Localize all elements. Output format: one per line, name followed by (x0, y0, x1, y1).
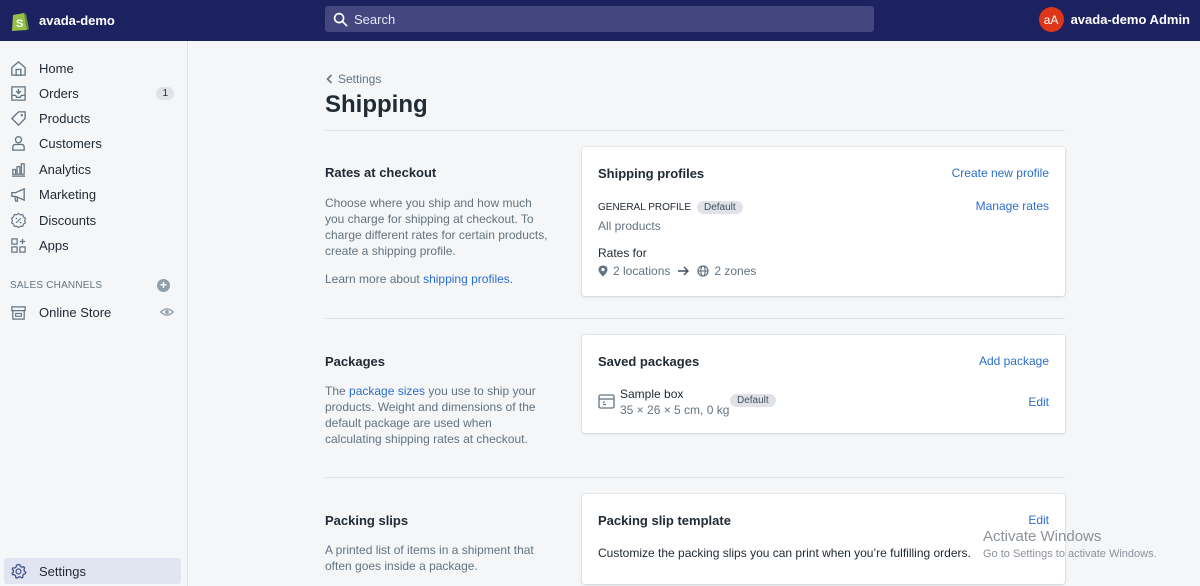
create-new-profile-link[interactable]: Create new profile (952, 166, 1049, 180)
zones-count: 2 zones (714, 264, 757, 278)
page-title: Shipping (325, 91, 428, 118)
default-badge: Default (697, 201, 743, 214)
sidebar-item-analytics[interactable]: Analytics (4, 156, 181, 182)
package-dimensions: 35 × 26 × 5 cm, 0 kg (620, 403, 730, 417)
section-heading-rates: Rates at checkout (325, 165, 437, 180)
profile-products: All products (598, 219, 661, 233)
analytics-icon (10, 161, 27, 178)
section-heading-packages: Packages (325, 354, 385, 369)
avatar: aA (1038, 7, 1064, 32)
sidebar-item-orders[interactable]: Orders 1 (4, 80, 181, 106)
sidebar-item-label: Orders (39, 85, 79, 101)
search-bar[interactable] (325, 6, 874, 32)
rates-summary: 2 locations 2 zones (598, 264, 756, 278)
sidebar: Home Orders 1 Products Customers Analyti… (0, 41, 188, 586)
sales-channels-heading: SALES CHANNELS (10, 280, 103, 291)
card-title: Shipping profiles (598, 166, 705, 181)
edit-packing-slip-link[interactable]: Edit (1028, 513, 1049, 527)
sidebar-item-label: Analytics (39, 161, 92, 177)
orders-count-badge: 1 (156, 86, 174, 100)
sidebar-item-home[interactable]: Home (4, 55, 181, 81)
sidebar-item-label: Home (39, 60, 74, 76)
eye-icon[interactable] (160, 305, 174, 319)
section-description-packing-slips: A printed list of items in a shipment th… (325, 543, 534, 573)
customer-icon (10, 135, 27, 152)
card-title: Saved packages (598, 354, 700, 369)
add-package-link[interactable]: Add package (979, 354, 1049, 368)
activate-windows-watermark: Activate Windows Go to Settings to activ… (983, 528, 1157, 560)
megaphone-icon (10, 186, 27, 203)
search-input[interactable] (354, 11, 854, 27)
sidebar-item-online-store[interactable]: Online Store (4, 299, 181, 325)
profile-name: GENERAL PROFILE (598, 202, 691, 213)
discount-icon (10, 212, 27, 229)
manage-rates-link[interactable]: Manage rates (976, 199, 1049, 213)
section-divider (325, 477, 1065, 478)
sidebar-item-label: Marketing (39, 186, 97, 202)
sidebar-item-label: Customers (39, 135, 102, 151)
search-icon (333, 12, 348, 26)
shipping-profiles-link[interactable]: shipping profiles (423, 272, 510, 286)
add-sales-channel-button[interactable]: + (157, 279, 170, 292)
saved-packages-card: Saved packages Add package Sample box 35… (582, 335, 1065, 433)
sidebar-item-label: Online Store (39, 304, 112, 320)
edit-package-link[interactable]: Edit (1028, 395, 1049, 409)
tag-icon (10, 110, 27, 127)
user-name: avada-demo Admin (1070, 12, 1190, 27)
breadcrumb-label: Settings (338, 72, 382, 86)
top-bar: S avada-demo aA avada-demo Admin (0, 0, 1200, 41)
apps-icon (10, 237, 27, 254)
sidebar-item-products[interactable]: Products (4, 105, 181, 131)
rates-for-label: Rates for (598, 246, 647, 260)
sidebar-item-discounts[interactable]: Discounts (4, 207, 181, 233)
globe-icon (697, 265, 710, 277)
section-heading-packing-slips: Packing slips (325, 513, 409, 528)
store-brand[interactable]: S avada-demo (0, 10, 188, 32)
watermark-subtitle: Go to Settings to activate Windows. (983, 548, 1157, 560)
package-box-icon (598, 394, 615, 409)
location-pin-icon (598, 265, 608, 277)
sidebar-item-apps[interactable]: Apps (4, 232, 181, 258)
svg-text:S: S (16, 18, 23, 30)
package-sizes-link[interactable]: package sizes (349, 384, 425, 398)
section-divider (325, 318, 1065, 319)
locations-count: 2 locations (613, 264, 671, 278)
chevron-left-icon (326, 74, 333, 84)
watermark-title: Activate Windows (983, 528, 1102, 545)
package-name: Sample box (620, 387, 684, 401)
sidebar-item-marketing[interactable]: Marketing (4, 181, 181, 207)
store-icon (10, 304, 27, 321)
package-default-badge: Default (730, 394, 776, 407)
shipping-profiles-card: Shipping profiles Create new profile GEN… (582, 147, 1065, 296)
gear-icon (10, 563, 27, 580)
sidebar-item-customers[interactable]: Customers (4, 130, 181, 156)
orders-icon (10, 85, 27, 102)
user-menu[interactable]: aA avada-demo Admin (1038, 7, 1190, 32)
breadcrumb-back[interactable]: Settings (325, 72, 381, 86)
packing-slip-description: Customize the packing slips you can prin… (598, 546, 971, 560)
arrow-right-icon (678, 266, 690, 276)
card-title: Packing slip template (598, 513, 731, 528)
section-description-rates: Choose where you ship and how much you c… (325, 196, 548, 258)
header-divider (325, 130, 1065, 131)
home-icon (10, 60, 27, 77)
learn-more-text: Learn more about shipping profiles. (325, 271, 550, 287)
packages-desc-prefix: The (325, 384, 350, 398)
section-description-packages: The package sizes you use to ship your p… (325, 383, 550, 447)
sidebar-item-label: Products (39, 110, 91, 126)
learn-more-prefix: Learn more about (325, 272, 424, 286)
sidebar-item-label: Apps (39, 237, 69, 253)
sidebar-item-label: Settings (39, 563, 86, 579)
sidebar-item-settings[interactable]: Settings (4, 558, 181, 584)
general-profile-row: GENERAL PROFILE Default (598, 201, 743, 214)
store-name: avada-demo (39, 13, 115, 28)
shopify-logo-icon: S (12, 12, 29, 31)
sidebar-item-label: Discounts (39, 212, 97, 228)
learn-more-suffix: . (509, 272, 514, 286)
